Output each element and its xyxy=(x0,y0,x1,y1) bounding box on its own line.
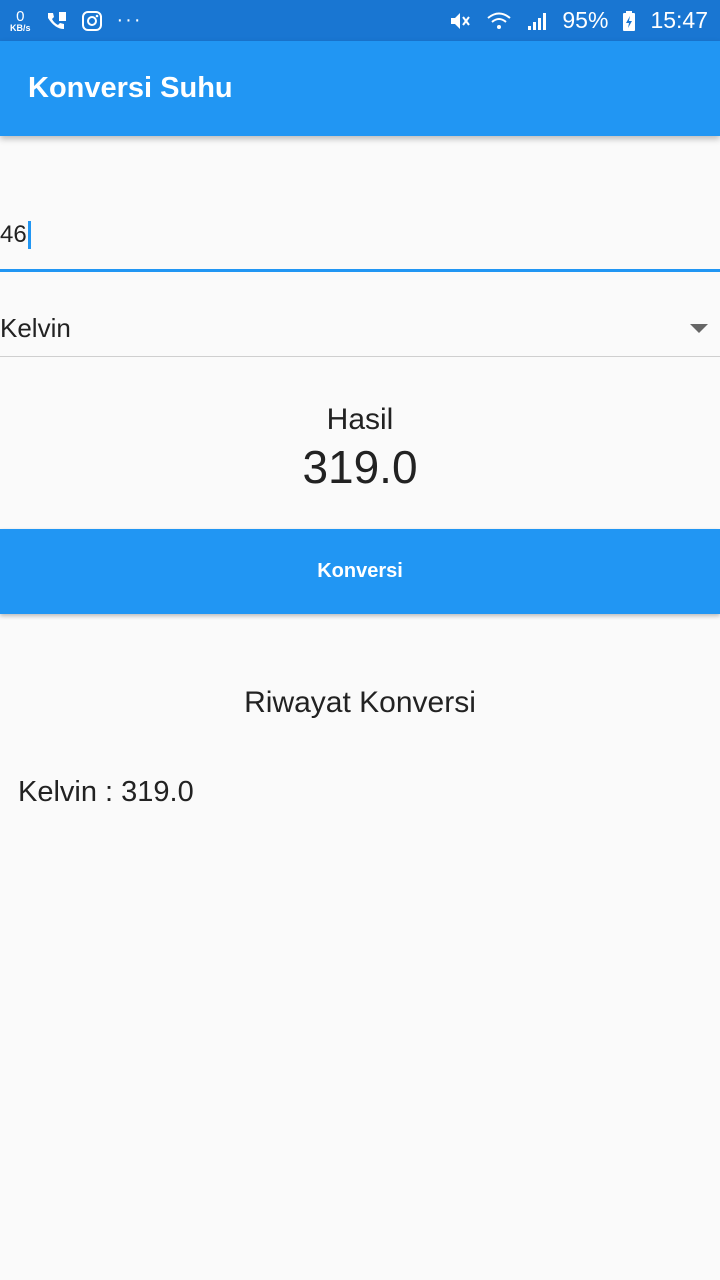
status-bar: 0 KB/s ··· 95% 15:47 xyxy=(0,0,720,41)
app-title: Konversi Suhu xyxy=(28,72,233,104)
signal-icon xyxy=(526,10,548,32)
wifi-icon xyxy=(486,10,512,32)
instagram-icon xyxy=(81,10,103,32)
call-sim-icon xyxy=(45,10,67,32)
result-label: Hasil xyxy=(326,403,394,436)
data-speed-unit: KB/s xyxy=(10,22,31,33)
history-list: Kelvin : 319.0 xyxy=(18,776,708,809)
unit-dropdown[interactable]: Kelvin xyxy=(0,300,720,357)
status-right: 95% 15:47 xyxy=(448,7,708,34)
temperature-input[interactable]: 46 xyxy=(0,200,720,272)
text-cursor xyxy=(27,220,31,249)
history-title: Riwayat Konversi xyxy=(244,686,476,719)
history-item: Kelvin : 319.0 xyxy=(18,776,194,808)
battery-percentage: 95% xyxy=(562,7,609,33)
status-left: 0 KB/s ··· xyxy=(10,9,143,33)
more-notifications-icon: ··· xyxy=(116,9,143,31)
convert-button[interactable]: Konversi xyxy=(0,529,720,614)
app-bar: Konversi Suhu xyxy=(0,41,720,136)
temperature-input-value: 46 xyxy=(0,220,27,248)
clock: 15:47 xyxy=(650,7,708,33)
result-value: 319.0 xyxy=(302,441,418,493)
data-speed-value: 0 xyxy=(16,7,25,25)
data-speed-indicator: 0 KB/s xyxy=(10,9,31,33)
dropdown-arrow-icon xyxy=(690,323,708,333)
unit-dropdown-selected: Kelvin xyxy=(0,312,71,343)
mute-icon xyxy=(448,10,472,32)
battery-charging-icon xyxy=(622,10,636,32)
